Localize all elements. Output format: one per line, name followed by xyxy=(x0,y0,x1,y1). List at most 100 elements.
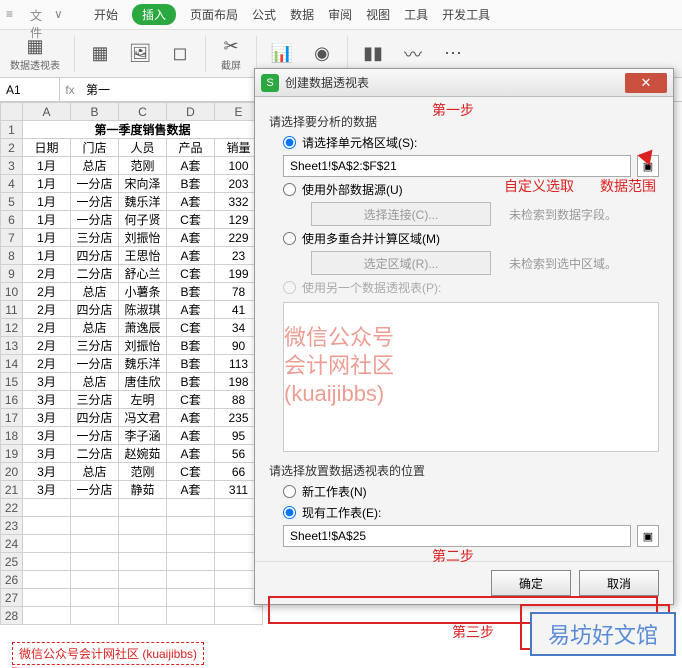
data-cell[interactable]: A套 xyxy=(167,427,215,445)
ribbon-pivot[interactable]: ▦ 数据透视表 xyxy=(6,35,64,72)
row-header[interactable]: 7 xyxy=(1,229,23,247)
dialog-titlebar[interactable]: S 创建数据透视表 ✕ xyxy=(255,69,673,97)
data-cell[interactable]: 王思怡 xyxy=(119,247,167,265)
table-row[interactable]: 163月三分店左明C套88 xyxy=(1,391,263,409)
data-cell[interactable]: 3月 xyxy=(23,481,71,499)
menu-formula[interactable]: 公式 xyxy=(252,6,276,23)
table-row[interactable]: 183月一分店李子涵A套95 xyxy=(1,427,263,445)
menu-icon-file[interactable]: 文件 xyxy=(30,7,46,23)
data-cell[interactable]: 刘振怡 xyxy=(119,229,167,247)
menu-icon-prev[interactable]: ≡ xyxy=(6,7,22,23)
data-cell[interactable]: 总店 xyxy=(71,157,119,175)
data-cell[interactable]: 冯文君 xyxy=(119,409,167,427)
ribbon-table[interactable]: ▦ xyxy=(85,43,115,65)
row-header[interactable]: 19 xyxy=(1,445,23,463)
row-header[interactable]: 22 xyxy=(1,499,23,517)
data-cell[interactable]: A套 xyxy=(167,301,215,319)
menu-tools[interactable]: 工具 xyxy=(404,6,428,23)
data-cell[interactable]: 左明 xyxy=(119,391,167,409)
ok-button[interactable]: 确定 xyxy=(491,570,571,596)
ribbon-col[interactable]: ▮▮ xyxy=(358,43,388,65)
radio-range[interactable]: 请选择单元格区域(S): xyxy=(283,134,659,151)
col-header[interactable]: D xyxy=(167,103,215,121)
row-header[interactable]: 9 xyxy=(1,265,23,283)
data-cell[interactable]: 2月 xyxy=(23,301,71,319)
data-cell[interactable]: 一分店 xyxy=(71,481,119,499)
radio-external[interactable]: 使用外部数据源(U) xyxy=(283,181,659,198)
row-header[interactable]: 23 xyxy=(1,517,23,535)
row-header[interactable]: 14 xyxy=(1,355,23,373)
data-cell[interactable]: A套 xyxy=(167,409,215,427)
ribbon-chart1[interactable]: 📊 xyxy=(267,43,297,65)
data-cell[interactable]: 四分店 xyxy=(71,301,119,319)
table-row[interactable]: 203月总店范刚C套66 xyxy=(1,463,263,481)
data-cell[interactable]: 1月 xyxy=(23,211,71,229)
data-cell[interactable]: 范刚 xyxy=(119,463,167,481)
row-header[interactable]: 26 xyxy=(1,571,23,589)
data-cell[interactable]: 2月 xyxy=(23,319,71,337)
data-cell[interactable]: B套 xyxy=(167,175,215,193)
ribbon-more[interactable]: ⋯ xyxy=(438,43,468,65)
data-cell[interactable]: 一分店 xyxy=(71,211,119,229)
data-cell[interactable]: C套 xyxy=(167,319,215,337)
data-cell[interactable]: A套 xyxy=(167,157,215,175)
data-cell[interactable]: B套 xyxy=(167,355,215,373)
data-cell[interactable]: C套 xyxy=(167,211,215,229)
data-cell[interactable]: 1月 xyxy=(23,193,71,211)
data-cell[interactable]: A套 xyxy=(167,481,215,499)
table-row[interactable]: 142月一分店魏乐洋B套113 xyxy=(1,355,263,373)
row-header[interactable]: 15 xyxy=(1,373,23,391)
data-cell[interactable]: 1月 xyxy=(23,229,71,247)
data-cell[interactable]: 二分店 xyxy=(71,265,119,283)
data-cell[interactable]: A套 xyxy=(167,229,215,247)
radio-cursheet[interactable]: 现有工作表(E): xyxy=(283,504,659,521)
data-cell[interactable]: 小薯条 xyxy=(119,283,167,301)
ribbon-chart2[interactable]: ◉ xyxy=(307,43,337,65)
row-header[interactable]: 24 xyxy=(1,535,23,553)
table-row[interactable]: 51月一分店魏乐洋A套332 xyxy=(1,193,263,211)
header-cell[interactable]: 人员 xyxy=(119,139,167,157)
table-row[interactable]: 112月四分店陈淑琪A套41 xyxy=(1,301,263,319)
data-cell[interactable]: 赵婉茹 xyxy=(119,445,167,463)
data-cell[interactable]: 一分店 xyxy=(71,175,119,193)
data-cell[interactable]: 四分店 xyxy=(71,409,119,427)
radio-external-input[interactable] xyxy=(283,183,296,196)
fx-icon[interactable]: fx xyxy=(60,83,80,97)
name-box[interactable]: A1 xyxy=(0,78,60,101)
data-cell[interactable]: 3月 xyxy=(23,445,71,463)
data-cell[interactable]: A套 xyxy=(167,193,215,211)
data-cell[interactable]: 一分店 xyxy=(71,355,119,373)
menu-view[interactable]: 视图 xyxy=(366,6,390,23)
row-header[interactable]: 13 xyxy=(1,337,23,355)
header-cell[interactable]: 产品 xyxy=(167,139,215,157)
data-cell[interactable]: 魏乐洋 xyxy=(119,355,167,373)
data-cell[interactable]: A套 xyxy=(167,247,215,265)
col-header[interactable]: B xyxy=(71,103,119,121)
menu-review[interactable]: 审阅 xyxy=(328,6,352,23)
row-header[interactable]: 4 xyxy=(1,175,23,193)
data-cell[interactable]: 一分店 xyxy=(71,193,119,211)
row-header[interactable]: 1 xyxy=(1,121,23,139)
data-cell[interactable]: 三分店 xyxy=(71,391,119,409)
corner-cell[interactable] xyxy=(1,103,23,121)
table-row[interactable]: 31月总店范刚A套100 xyxy=(1,157,263,175)
data-cell[interactable]: 3月 xyxy=(23,391,71,409)
row-header[interactable]: 20 xyxy=(1,463,23,481)
ribbon-pic[interactable]: 🖼 xyxy=(125,43,155,65)
data-cell[interactable]: 范刚 xyxy=(119,157,167,175)
col-header[interactable]: C xyxy=(119,103,167,121)
data-cell[interactable]: 静茹 xyxy=(119,481,167,499)
data-cell[interactable]: B套 xyxy=(167,337,215,355)
ribbon-line[interactable]: 〰 xyxy=(398,43,428,65)
data-cell[interactable]: 四分店 xyxy=(71,247,119,265)
data-cell[interactable]: 宋向泽 xyxy=(119,175,167,193)
data-cell[interactable]: 总店 xyxy=(71,463,119,481)
radio-cursheet-input[interactable] xyxy=(283,506,296,519)
spreadsheet[interactable]: A B C D E 1第一季度销售数据2日期门店人员产品销量31月总店范刚A套1… xyxy=(0,102,263,625)
row-header[interactable]: 2 xyxy=(1,139,23,157)
radio-newsheet[interactable]: 新工作表(N) xyxy=(283,483,659,500)
data-cell[interactable]: 三分店 xyxy=(71,229,119,247)
data-cell[interactable]: A套 xyxy=(167,445,215,463)
table-row[interactable]: 122月总店萧逸辰C套34 xyxy=(1,319,263,337)
location-picker-button[interactable]: ▣ xyxy=(637,525,659,547)
